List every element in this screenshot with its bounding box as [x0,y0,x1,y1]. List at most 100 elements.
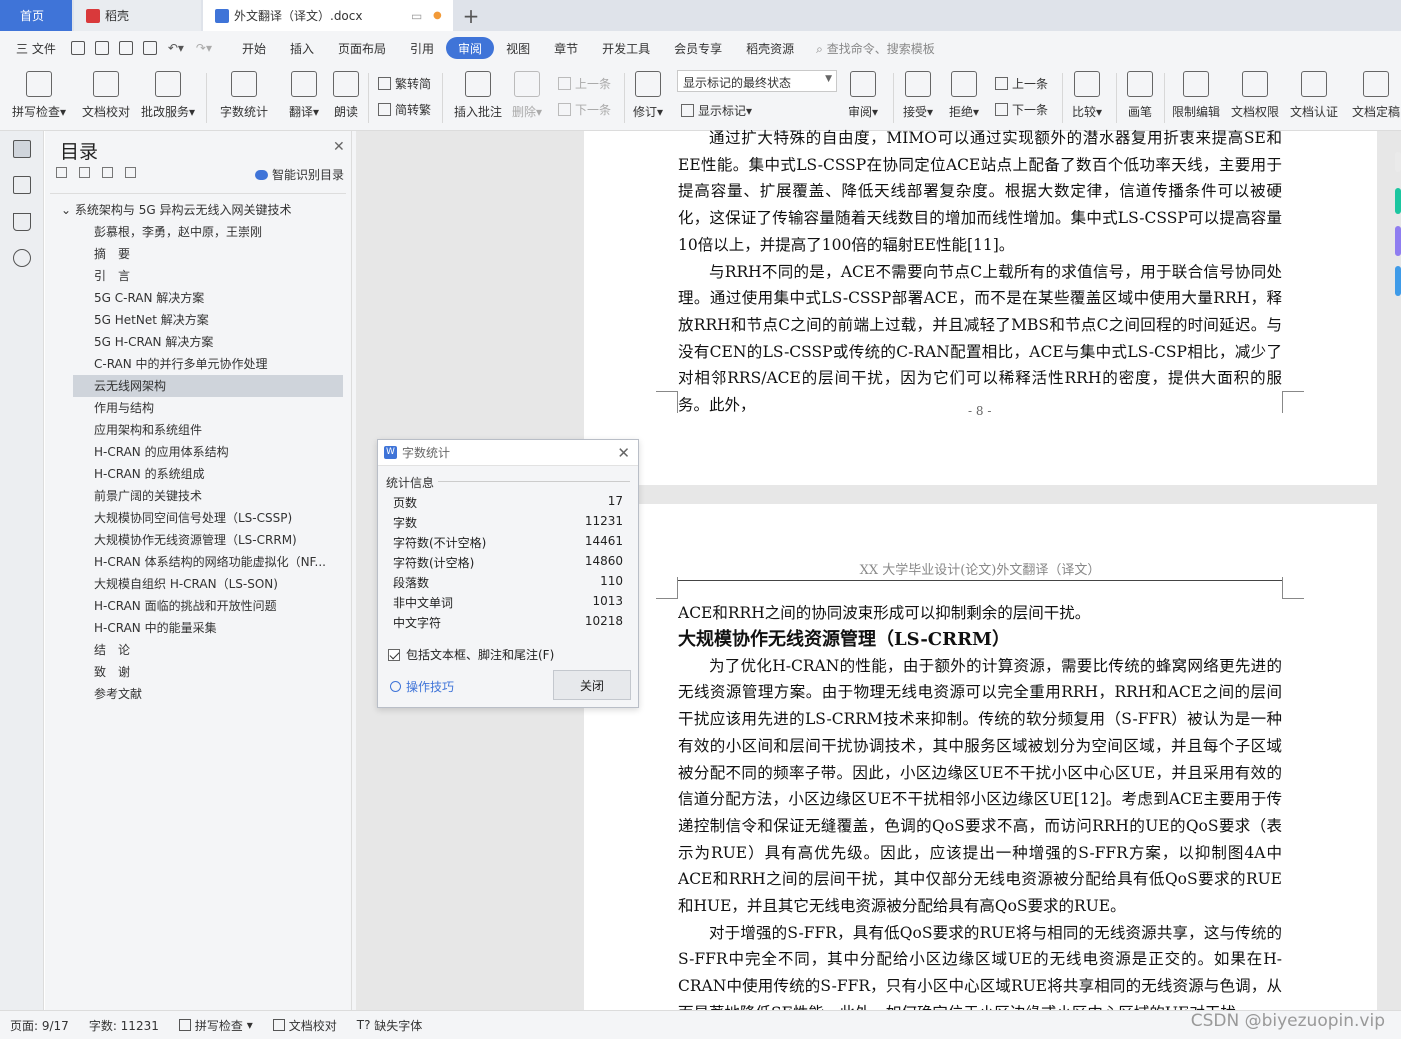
close-icon[interactable]: ✕ [617,444,630,462]
tab-insert[interactable]: 插入 [278,37,326,59]
tab-chapter[interactable]: 章节 [542,37,590,59]
monitor-icon[interactable]: ▭ [411,9,422,23]
save-icon[interactable] [70,41,85,55]
tab-docer[interactable]: 稻壳 [74,0,201,31]
toc-item[interactable]: 5G H-CRAN 解决方案 [48,331,352,353]
chevron-down-icon[interactable]: ⌄ [61,203,75,217]
side-tool-icon[interactable] [1395,226,1401,256]
page-indicator[interactable]: 页面: 9/17 [10,1017,69,1034]
toc-item[interactable]: H-CRAN 体系结构的网络功能虚拟化（NF... [48,551,352,573]
tab-review[interactable]: 审阅 [446,37,495,59]
simp-to-trad-button[interactable]: 简转繁 [378,101,431,118]
toc-item[interactable]: 5G C-RAN 解决方案 [48,287,352,309]
missing-font-status[interactable]: T? 缺失字体 [357,1017,423,1034]
toc-item[interactable]: 引 言 [48,265,352,287]
move-up-icon[interactable] [79,167,90,178]
expand-icon[interactable] [102,167,113,178]
tab-start[interactable]: 开始 [230,37,278,59]
tab-view[interactable]: 视图 [494,37,542,59]
toc-item[interactable]: ⌄ 系统架构与 5G 异构云无线入网关键技术 [48,199,352,221]
markup-state-select[interactable]: 显示标记的最终状态 ▼ [677,70,837,92]
tab-docer-resources[interactable]: 稻壳资源 [734,37,806,59]
minus-icon[interactable] [125,167,136,178]
trad-to-simp-button[interactable]: 繁转简 [378,75,431,92]
spell-check-button[interactable]: 拼写检查▾ [12,71,66,120]
toc-item[interactable]: H-CRAN 面临的挑战和开放性问题 [48,595,352,617]
toc-item[interactable]: 大规模协作无线资源管理（LS-CRRM) [48,529,352,551]
tab-developer[interactable]: 开发工具 [590,37,662,59]
toc-item[interactable]: 致 谢 [48,661,352,683]
toc-item[interactable]: 大规模协同空间信号处理（LS-CSSP) [48,507,352,529]
word-count-indicator[interactable]: 字数: 11231 [89,1017,159,1034]
print-icon[interactable] [118,41,133,55]
track-changes-button[interactable]: 修订▾ [633,71,663,120]
pen-button[interactable]: 画笔 [1127,71,1153,120]
tab-home[interactable]: 首页 [0,0,72,31]
page-body[interactable]: ACE和RRH之间的协同波束形成可以抑制剩余的层间干扰。 大规模协作无线资源管理… [678,600,1282,1010]
spell-check-status[interactable]: 拼写检查 ▾ [178,1017,253,1034]
file-menu[interactable]: 三 文件 [16,40,56,57]
read-aloud-button[interactable]: 朗读 [333,71,359,120]
show-markup-button[interactable]: 显示标记 ▾ [681,102,752,119]
collapse-icon[interactable] [56,167,67,178]
command-search[interactable]: ⌕ 查找命令、搜索模板 [816,40,935,57]
toc-item[interactable]: 5G HetNet 解决方案 [48,309,352,331]
reject-button[interactable]: 拒绝▾ [949,71,979,120]
restrict-editing-button[interactable]: 限制编辑 [1172,71,1220,120]
toc-item[interactable]: H-CRAN 中的能量采集 [48,617,352,639]
side-tool-icon[interactable] [1395,266,1401,296]
chapter-panel-icon[interactable] [13,176,31,194]
toc-panel-icon[interactable] [13,140,31,158]
dialog-titlebar[interactable]: W 字数统计 [378,440,638,466]
new-tab-button[interactable]: + [460,0,482,31]
toc-item[interactable]: 大规模自组织 H-CRAN（LS-SON) [48,573,352,595]
toc-item[interactable]: 参考文献 [48,683,352,705]
side-tool-icon[interactable] [1395,188,1401,214]
redo-icon[interactable]: ↷▾ [196,41,212,55]
search-icon[interactable] [13,249,31,267]
doc-proof-button[interactable]: 文档校对 [82,71,130,120]
undo-icon[interactable]: ↶▾ [168,41,184,55]
delete-comment-button[interactable]: 删除▾ [512,71,542,120]
side-tool-icon[interactable] [1395,152,1401,172]
toc-item[interactable]: 前景广阔的关键技术 [48,485,352,507]
smart-toc-button[interactable]: 智能识别目录 [255,166,344,183]
toc-item[interactable]: 云无线网架构 [73,375,343,397]
translate-button[interactable]: 翻译▾ [289,71,319,120]
close-icon[interactable]: ✕ [333,139,345,155]
accept-button[interactable]: 接受▾ [903,71,933,120]
next-comment-button[interactable]: 下一条 [558,101,611,118]
stat-label: 中文字符 [393,616,442,630]
prev-revision-button[interactable]: 上一条 [995,75,1048,92]
tab-member[interactable]: 会员专享 [662,37,734,59]
batch-service-button[interactable]: 批改服务▾ [141,71,195,120]
insert-comment-button[interactable]: 插入批注 [454,71,502,120]
include-textbox-checkbox[interactable]: 包括文本框、脚注和尾注(F) [388,646,554,663]
next-revision-button[interactable]: 下一条 [995,101,1048,118]
toc-item[interactable]: 彭慕根，李勇，赵中原，王崇刚 [48,221,352,243]
toc-item[interactable]: C-RAN 中的并行多单元协作处理 [48,353,352,375]
tab-document[interactable]: 外文翻译（译文）.docx ▭ ● [203,0,453,31]
tab-reference[interactable]: 引用 [398,37,446,59]
compare-button[interactable]: 比较▾ [1072,71,1102,120]
word-count-button[interactable]: 字数统计 [220,71,268,120]
tab-layout[interactable]: 页面布局 [326,37,398,59]
doc-proof-status[interactable]: 文档校对 [272,1017,337,1034]
toc-item[interactable]: H-CRAN 的系统组成 [48,463,352,485]
prev-comment-button[interactable]: 上一条 [558,75,611,92]
export-pdf-icon[interactable] [94,41,109,55]
toc-item[interactable]: 结 论 [48,639,352,661]
toc-item[interactable]: H-CRAN 的应用体系结构 [48,441,352,463]
close-button[interactable]: 关闭 [553,670,631,700]
toc-item[interactable]: 摘 要 [48,243,352,265]
bookmark-icon[interactable] [13,213,31,231]
doc-finalize-button[interactable]: 文档定稿 [1352,71,1400,120]
page-body[interactable]: 通过扩大特殊的自由度，MIMO可以通过实现额外的潜水器复用折衷来提高SE和EE性… [678,125,1282,419]
toc-item[interactable]: 应用架构和系统组件 [48,419,352,441]
toc-item[interactable]: 作用与结构 [48,397,352,419]
review-pane-button[interactable]: 审阅▾ [848,71,878,120]
doc-permission-button[interactable]: 文档权限 [1231,71,1279,120]
print-preview-icon[interactable] [142,41,157,55]
tips-link[interactable]: 操作技巧 [390,678,454,695]
doc-certify-button[interactable]: 文档认证 [1290,71,1338,120]
